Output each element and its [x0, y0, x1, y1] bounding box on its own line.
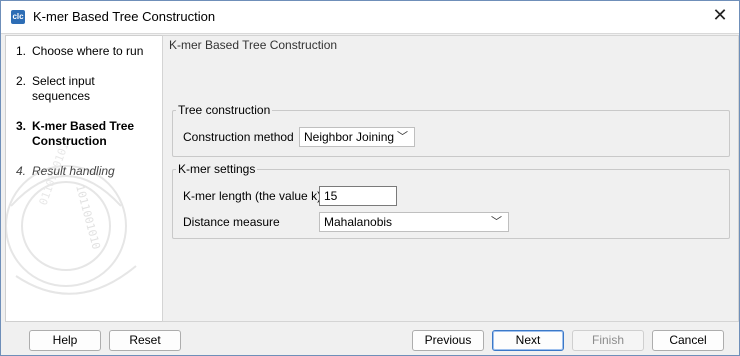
cancel-button[interactable]: Cancel — [652, 330, 724, 351]
window-title: K-mer Based Tree Construction — [33, 9, 216, 24]
previous-button[interactable]: Previous — [412, 330, 484, 351]
kmer-length-input[interactable] — [319, 186, 397, 206]
construction-method-select[interactable]: Neighbor Joining ﹀ — [299, 127, 415, 147]
chevron-down-icon: ﹀ — [397, 131, 408, 143]
reset-button[interactable]: Reset — [109, 330, 181, 351]
step-number: 1. — [16, 44, 27, 58]
step-number: 3. — [16, 119, 27, 133]
kmer-settings-group: K-mer settings K-mer length (the value k… — [172, 162, 730, 239]
help-button[interactable]: Help — [29, 330, 101, 351]
distance-measure-select[interactable]: Mahalanobis ﹀ — [319, 212, 509, 232]
step-kmer-tree-construction: 3. K-mer Based Tree Construction — [16, 119, 156, 149]
step-label: Result handling — [32, 164, 115, 178]
step-label: Choose where to run — [32, 44, 144, 58]
step-number: 2. — [16, 74, 27, 88]
distance-measure-value: Mahalanobis — [324, 215, 393, 229]
app-icon: clc — [11, 10, 25, 24]
construction-method-label: Construction method — [183, 130, 294, 144]
kmer-length-label: K-mer length (the value k) — [183, 189, 322, 203]
tree-construction-group: Tree construction Construction method Ne… — [172, 103, 730, 157]
kmer-settings-legend: K-mer settings — [178, 162, 256, 176]
step-label: K-mer Based Tree Construction — [32, 119, 135, 148]
step-select-input: 2. Select input sequences — [16, 74, 156, 104]
panel-title: K-mer Based Tree Construction — [169, 38, 338, 52]
wizard-steps-panel: 1011001010 0110100101 1. Choose where to… — [5, 35, 163, 322]
steps-list: 1. Choose where to run 2. Select input s… — [16, 44, 156, 194]
chevron-down-icon: ﹀ — [491, 216, 502, 228]
dialog-window: clc K-mer Based Tree Construction ✕ 1011… — [0, 0, 740, 356]
finish-button: Finish — [572, 330, 644, 351]
construction-method-value: Neighbor Joining — [304, 130, 395, 144]
distance-measure-label: Distance measure — [183, 215, 280, 229]
step-label: Select input sequences — [32, 74, 95, 103]
next-button[interactable]: Next — [492, 330, 564, 351]
tree-construction-legend: Tree construction — [178, 103, 271, 117]
step-choose-where-to-run: 1. Choose where to run — [16, 44, 156, 59]
title-bar: clc K-mer Based Tree Construction ✕ — [1, 1, 739, 34]
step-result-handling: 4. Result handling — [16, 164, 156, 179]
settings-panel: K-mer Based Tree Construction Tree const… — [162, 35, 739, 322]
close-icon[interactable]: ✕ — [711, 5, 729, 26]
step-number: 4. — [16, 164, 27, 178]
